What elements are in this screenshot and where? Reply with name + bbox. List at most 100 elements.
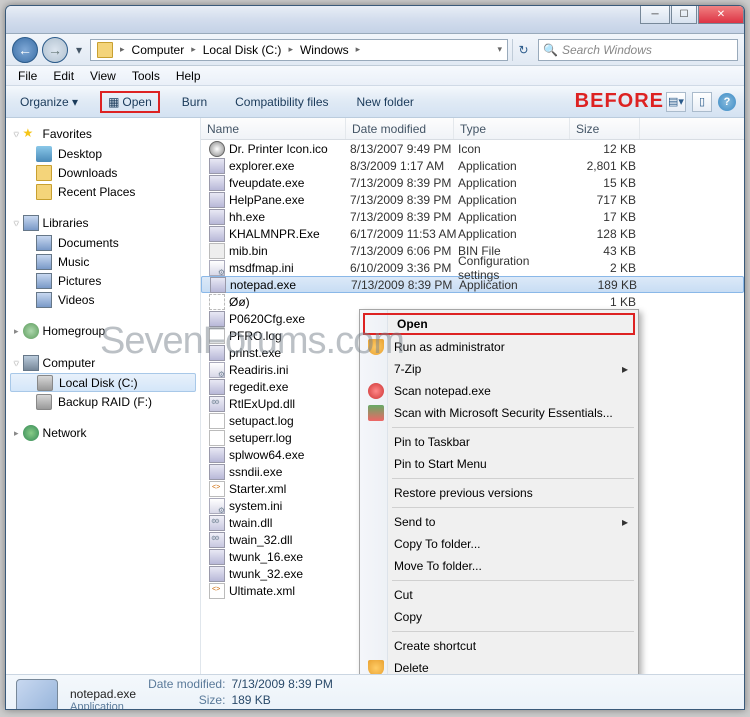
col-type[interactable]: Type xyxy=(454,118,570,139)
nav-libraries[interactable]: ▾Libraries xyxy=(6,213,200,233)
nav-homegroup[interactable]: ▸Homegroup xyxy=(6,321,200,341)
file-row[interactable]: HelpPane.exe7/13/2009 8:39 PMApplication… xyxy=(201,191,744,208)
file-name: KHALMNPR.Exe xyxy=(229,227,350,241)
chevron-right-icon[interactable]: ▸ xyxy=(188,44,199,55)
file-name: Ultimate.xml xyxy=(229,584,350,598)
nav-music[interactable]: Music xyxy=(6,252,200,271)
file-row[interactable]: Øø)1 KB xyxy=(201,293,744,310)
help-button[interactable]: ? xyxy=(718,93,736,111)
preview-pane-button[interactable]: ▯ xyxy=(692,92,712,112)
ctx-move-to[interactable]: Move To folder... xyxy=(362,555,636,577)
file-row[interactable]: KHALMNPR.Exe6/17/2009 11:53 AMApplicatio… xyxy=(201,225,744,242)
ctx-scan-mse[interactable]: Scan with Microsoft Security Essentials.… xyxy=(362,402,636,424)
col-size[interactable]: Size xyxy=(570,118,640,139)
col-name[interactable]: Name xyxy=(201,118,346,139)
menu-file[interactable]: File xyxy=(10,67,45,85)
minimize-button[interactable]: ─ xyxy=(640,6,670,24)
menu-help[interactable]: Help xyxy=(168,67,209,85)
back-button[interactable]: ← xyxy=(12,37,38,63)
drive-icon xyxy=(37,375,53,391)
breadcrumb[interactable]: ▸ Computer ▸ Local Disk (C:) ▸ Windows ▸… xyxy=(90,39,508,61)
file-icon xyxy=(209,481,225,497)
file-name: P0620Cfg.exe xyxy=(229,312,350,326)
music-icon xyxy=(36,254,52,270)
shield-icon xyxy=(368,339,384,355)
file-row[interactable]: msdfmap.ini6/10/2009 3:36 PMConfiguratio… xyxy=(201,259,744,276)
file-date: 8/3/2009 1:17 AM xyxy=(350,159,458,173)
ctx-7zip[interactable]: 7-Zip xyxy=(362,358,636,380)
file-row[interactable]: fveupdate.exe7/13/2009 8:39 PMApplicatio… xyxy=(201,174,744,191)
desktop-icon xyxy=(36,146,52,162)
file-row[interactable]: notepad.exe7/13/2009 8:39 PMApplication1… xyxy=(201,276,744,293)
nav-downloads[interactable]: Downloads xyxy=(6,163,200,182)
file-name: ssndii.exe xyxy=(229,465,350,479)
ctx-restore-versions[interactable]: Restore previous versions xyxy=(362,482,636,504)
breadcrumb-localdisk[interactable]: Local Disk (C:) xyxy=(199,41,286,59)
menu-edit[interactable]: Edit xyxy=(45,67,82,85)
organize-button[interactable]: Organize ▾ xyxy=(14,91,84,113)
file-icon xyxy=(209,464,225,480)
ctx-delete[interactable]: Delete xyxy=(362,657,636,674)
history-dropdown[interactable]: ▾ xyxy=(72,40,86,60)
refresh-button[interactable]: ↻ xyxy=(512,39,534,61)
menu-view[interactable]: View xyxy=(82,67,124,85)
libraries-icon xyxy=(23,215,39,231)
menu-tools[interactable]: Tools xyxy=(124,67,168,85)
nav-videos[interactable]: Videos xyxy=(6,290,200,309)
col-date[interactable]: Date modified xyxy=(346,118,454,139)
breadcrumb-windows[interactable]: Windows xyxy=(296,41,353,59)
breadcrumb-computer[interactable]: Computer xyxy=(128,41,189,59)
ctx-pin-taskbar[interactable]: Pin to Taskbar xyxy=(362,431,636,453)
open-button[interactable]: ▦ Open xyxy=(100,91,160,113)
file-name: setuperr.log xyxy=(229,431,350,445)
chevron-right-icon[interactable]: ▸ xyxy=(353,44,364,55)
nav-recent[interactable]: Recent Places xyxy=(6,182,200,201)
nav-localdisk[interactable]: Local Disk (C:) xyxy=(10,373,196,392)
file-name: Øø) xyxy=(229,295,350,309)
file-name: regedit.exe xyxy=(229,380,350,394)
file-icon xyxy=(209,311,225,327)
forward-button[interactable]: → xyxy=(42,37,68,63)
new-folder-button[interactable]: New folder xyxy=(351,91,420,113)
file-size: 15 KB xyxy=(574,176,636,190)
view-options-button[interactable]: ▤▾ xyxy=(666,92,686,112)
file-icon xyxy=(209,175,225,191)
documents-icon xyxy=(36,235,52,251)
nav-documents[interactable]: Documents xyxy=(6,233,200,252)
chevron-right-icon[interactable]: ▸ xyxy=(117,44,128,55)
nav-pictures[interactable]: Pictures xyxy=(6,271,200,290)
ctx-create-shortcut[interactable]: Create shortcut xyxy=(362,635,636,657)
file-icon xyxy=(209,515,225,531)
nav-favorites[interactable]: ▾★Favorites xyxy=(6,124,200,144)
nav-desktop[interactable]: Desktop xyxy=(6,144,200,163)
file-row[interactable]: Dr. Printer Icon.ico8/13/2007 9:49 PMIco… xyxy=(201,140,744,157)
maximize-button[interactable]: ☐ xyxy=(671,6,697,24)
address-bar-row: ← → ▾ ▸ Computer ▸ Local Disk (C:) ▸ Win… xyxy=(6,34,744,66)
ctx-send-to[interactable]: Send to xyxy=(362,511,636,533)
ctx-copy[interactable]: Copy xyxy=(362,606,636,628)
ctx-scan[interactable]: Scan notepad.exe xyxy=(362,380,636,402)
search-input[interactable]: 🔍 Search Windows xyxy=(538,39,738,61)
compat-files-button[interactable]: Compatibility files xyxy=(229,91,334,113)
ctx-open[interactable]: Open xyxy=(363,313,635,335)
nav-network[interactable]: ▸Network xyxy=(6,423,200,443)
file-row[interactable]: hh.exe7/13/2009 8:39 PMApplication17 KB xyxy=(201,208,744,225)
nav-computer[interactable]: ▾Computer xyxy=(6,353,200,373)
nav-backup[interactable]: Backup RAID (F:) xyxy=(6,392,200,411)
chevron-down-icon[interactable]: ▾ xyxy=(494,44,505,55)
ctx-run-as-admin[interactable]: Run as administrator xyxy=(362,336,636,358)
ctx-pin-startmenu[interactable]: Pin to Start Menu xyxy=(362,453,636,475)
ctx-copy-to[interactable]: Copy To folder... xyxy=(362,533,636,555)
file-icon xyxy=(209,430,225,446)
command-bar: Organize ▾ ▦ Open Burn Compatibility fil… xyxy=(6,86,744,118)
file-icon xyxy=(209,447,225,463)
ctx-cut[interactable]: Cut xyxy=(362,584,636,606)
close-button[interactable]: ✕ xyxy=(698,6,744,24)
chevron-right-icon[interactable]: ▸ xyxy=(285,44,296,55)
burn-button[interactable]: Burn xyxy=(176,91,213,113)
status-filename: notepad.exe xyxy=(70,687,136,701)
file-row[interactable]: explorer.exe8/3/2009 1:17 AMApplication2… xyxy=(201,157,744,174)
file-type: Application xyxy=(458,176,574,190)
titlebar[interactable]: ─ ☐ ✕ xyxy=(6,6,744,34)
file-name: PFRO.log xyxy=(229,329,350,343)
